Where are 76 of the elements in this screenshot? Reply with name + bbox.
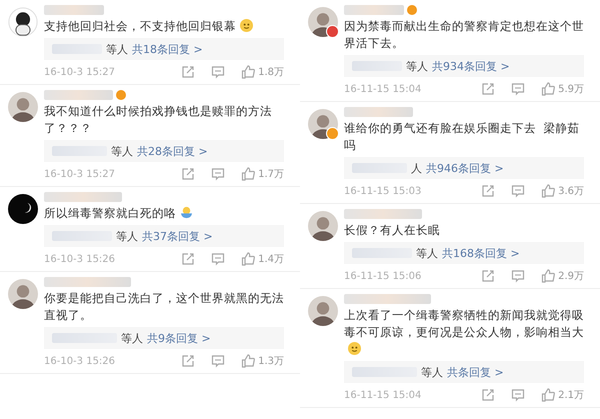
share-icon[interactable]: [481, 269, 496, 283]
thumbs-up-icon[interactable]: [541, 388, 556, 402]
share-icon[interactable]: [481, 82, 496, 96]
reply-count-link[interactable]: 共9条回复 >: [147, 330, 211, 346]
replies-bar[interactable]: 等人 共9条回复 >: [44, 327, 284, 349]
share-icon[interactable]: [181, 167, 196, 181]
reply-users-text: 等人: [406, 58, 428, 74]
replies-bar[interactable]: 等人 共条回复 >: [344, 361, 584, 383]
thumbs-up-icon[interactable]: [541, 269, 556, 283]
comment-icon[interactable]: [511, 388, 526, 402]
reply-users-text: 等人: [421, 364, 443, 380]
thumbs-up-icon[interactable]: [241, 252, 256, 266]
replies-bar[interactable]: 等人 共28条回复 >: [44, 140, 284, 162]
comment-text: 所以缉毒警察就白死的咯: [44, 205, 284, 222]
thumbs-up-icon[interactable]: [541, 184, 556, 198]
like-count: 5.9万: [558, 83, 584, 96]
share-icon[interactable]: [481, 184, 496, 198]
comment-time: 16-11-15 15:04: [344, 390, 422, 400]
comment-icon[interactable]: [511, 82, 526, 96]
thumbs-up-icon[interactable]: [241, 354, 256, 368]
reply-count-link[interactable]: 共946条回复 >: [426, 160, 504, 176]
reply-count-link[interactable]: 共18条回复 >: [132, 42, 203, 56]
reply-users-text: 等人: [106, 42, 128, 56]
comment-time: 16-11-15 15:06: [344, 270, 422, 282]
reply-users-text: 人: [411, 160, 422, 176]
like-count: 1.4万: [258, 253, 284, 266]
comment-time: 16-10-3 15:26: [44, 356, 116, 366]
replies-bar[interactable]: 等人 共934条回复 >: [344, 55, 584, 77]
like-count: 1.7万: [258, 168, 284, 181]
reply-count-link[interactable]: 共条回复 >: [447, 364, 504, 380]
blurred-username: [344, 5, 404, 15]
share-icon[interactable]: [181, 252, 196, 266]
like-count: 2.9万: [558, 270, 584, 283]
comment-text: 因为禁毒而献出生命的警察肯定也想在这个世界活下去。: [344, 18, 584, 52]
reply-users-text: 等人: [116, 228, 138, 244]
comment-text: 谁给你的勇气还有脸在娱乐圈走下去 梁静茹吗: [344, 120, 580, 154]
share-icon[interactable]: [181, 65, 196, 79]
reply-users-text: 等人: [416, 246, 438, 260]
blurred-username: [344, 107, 413, 117]
reply-count-link[interactable]: 共168条回复 >: [442, 246, 520, 260]
thumbs-up-icon[interactable]: [241, 167, 256, 181]
replies-bar[interactable]: 人 共946条回复 >: [344, 157, 584, 179]
share-icon[interactable]: [481, 388, 496, 402]
comment-text: 长假？有人在长眠: [344, 222, 441, 239]
reply-users-text: 等人: [121, 330, 143, 346]
comment-time: 16-10-3 15:27: [44, 168, 116, 180]
share-icon[interactable]: [181, 354, 196, 368]
comment-text: 你要是能把自己洗白了，这个世界就黑的无法直视了。: [44, 290, 284, 324]
like-count: 2.1万: [558, 389, 584, 402]
reply-users-text: 等人: [111, 144, 133, 158]
reply-count-link[interactable]: 共37条回复 >: [142, 228, 213, 244]
comment-icon[interactable]: [211, 354, 226, 368]
reply-count-link[interactable]: 共934条回复 >: [432, 58, 510, 74]
blurred-username: [44, 90, 113, 100]
comment-time: 16-11-15 15:04: [344, 84, 422, 94]
comment-text: 我不知道什么时候拍戏挣钱也是赎罪的方法了？？？: [44, 103, 273, 137]
replies-bar[interactable]: 等人 共18条回复 >: [44, 38, 284, 60]
comment-time: 16-10-3 15:27: [44, 66, 116, 78]
comment-icon[interactable]: [511, 184, 526, 198]
replies-bar[interactable]: 等人 共37条回复 >: [44, 225, 284, 247]
thumbs-up-icon[interactable]: [541, 82, 556, 96]
replies-bar[interactable]: 等人 共168条回复 >: [344, 242, 584, 264]
comment-icon[interactable]: [211, 167, 226, 181]
reply-count-link[interactable]: 共28条回复 >: [137, 144, 208, 158]
comment-icon[interactable]: [211, 65, 226, 79]
like-count: 3.6万: [558, 185, 584, 198]
comment-time: 16-10-3 15:26: [44, 254, 116, 264]
comment-icon[interactable]: [211, 252, 226, 266]
comment-text: 支持他回归社会，不支持他回归银幕: [44, 18, 284, 35]
comment-icon[interactable]: [511, 269, 526, 283]
comment-text: 上次看了一个缉毒警察牺牲的新闻我就觉得吸毒不可原谅，更何况是公众人物，影响相当大: [344, 307, 584, 358]
comment-time: 16-11-15 15:03: [344, 186, 422, 196]
like-count: 1.8万: [258, 66, 284, 79]
blurred-username: [44, 5, 104, 15]
thumbs-up-icon[interactable]: [241, 65, 256, 79]
like-count: 1.3万: [258, 355, 284, 368]
